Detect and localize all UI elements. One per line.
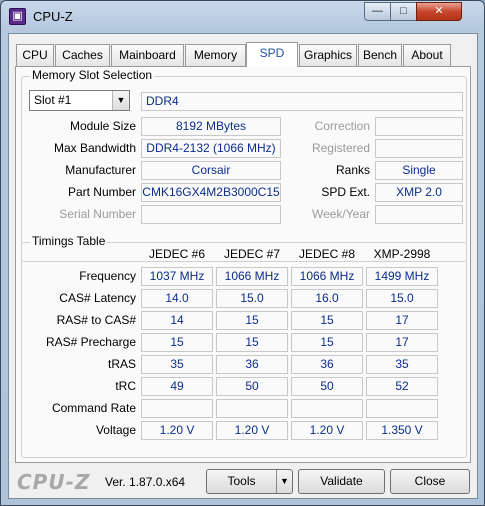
max-bandwidth-value: DDR4-2132 (1066 MHz) (141, 139, 281, 158)
tab-spd[interactable]: SPD (246, 42, 298, 67)
close-button[interactable]: Close (390, 469, 470, 494)
timing-cell: 1066 MHz (291, 267, 363, 286)
serial-number-label: Serial Number (59, 207, 136, 221)
timing-cell: 1.20 V (291, 421, 363, 440)
timing-cell: 15 (141, 333, 213, 352)
slot-select-value: Slot #1 (34, 93, 72, 107)
cpuz-logo: CPU-Z (17, 470, 91, 494)
maximize-icon: □ (400, 5, 407, 17)
timing-cell: 50 (216, 377, 288, 396)
timing-cell: 17 (366, 311, 438, 330)
close-icon: ✕ (434, 5, 444, 17)
timings-group-title: Timings Table (30, 234, 108, 248)
timing-cell: 36 (291, 355, 363, 374)
minimize-button[interactable]: — (364, 2, 391, 21)
correction-label: Correction (314, 119, 370, 133)
timing-row-label: tRAS (107, 357, 136, 371)
timing-cell: 15 (216, 311, 288, 330)
timing-cell: 14.0 (141, 289, 213, 308)
timing-row-label: CAS# Latency (59, 291, 136, 305)
tab-graphics[interactable]: Graphics (299, 44, 357, 66)
manufacturer-label: Manufacturer (65, 163, 136, 177)
part-number-value: CMK16GX4M2B3000C15 (141, 183, 281, 202)
tab-about[interactable]: About (403, 44, 451, 66)
timing-row-label: tRC (115, 379, 136, 393)
timing-cell: 15 (291, 311, 363, 330)
tab-caches[interactable]: Caches (55, 44, 110, 66)
timing-cell: 15.0 (216, 289, 288, 308)
module-size-label: Module Size (69, 119, 136, 133)
timing-cell: 49 (141, 377, 213, 396)
registered-label: Registered (311, 141, 370, 155)
timings-col-header: JEDEC #6 (148, 247, 206, 261)
timing-cell (216, 399, 288, 418)
serial-number-value (141, 205, 281, 224)
window-title: CPU-Z (33, 9, 73, 24)
timing-cell: 15 (216, 333, 288, 352)
part-number-label: Part Number (67, 185, 136, 199)
timing-cell: 1.20 V (216, 421, 288, 440)
tools-button[interactable]: Tools ▼ (206, 469, 293, 494)
timing-row-label: RAS# Precharge (45, 335, 136, 349)
timing-cell (141, 399, 213, 418)
client-area: CPU Caches Mainboard Memory SPD Graphics… (8, 33, 478, 499)
timing-cell: 1066 MHz (216, 267, 288, 286)
timing-cell: 1.350 V (366, 421, 438, 440)
timings-col-header: XMP-2998 (373, 247, 431, 261)
week-year-label: Week/Year (311, 207, 370, 221)
timing-cell: 1.20 V (141, 421, 213, 440)
tools-button-label: Tools (227, 474, 256, 488)
registered-value (375, 139, 463, 158)
memory-type-value: DDR4 (141, 92, 463, 111)
timing-cell: 16.0 (291, 289, 363, 308)
tab-memory[interactable]: Memory (185, 44, 246, 66)
timing-cell: 1499 MHz (366, 267, 438, 286)
timing-cell: 14 (141, 311, 213, 330)
ranks-value: Single (375, 161, 463, 180)
timing-cell: 50 (291, 377, 363, 396)
dropdown-arrow-icon[interactable]: ▼ (276, 470, 292, 493)
spd-ext-label: SPD Ext. (321, 185, 370, 199)
timing-cell: 52 (366, 377, 438, 396)
correction-value (375, 117, 463, 136)
module-size-value: 8192 MBytes (141, 117, 281, 136)
timings-col-header: JEDEC #8 (298, 247, 356, 261)
timing-cell (366, 399, 438, 418)
tab-cpu[interactable]: CPU (16, 44, 54, 66)
timing-cell (291, 399, 363, 418)
version-label: Ver. 1.87.0.x64 (105, 475, 186, 489)
tab-mainboard[interactable]: Mainboard (111, 44, 184, 66)
ranks-label: Ranks (335, 163, 370, 177)
spd-ext-value: XMP 2.0 (375, 183, 463, 202)
max-bandwidth-label: Max Bandwidth (53, 141, 136, 155)
validate-button[interactable]: Validate (298, 469, 385, 494)
chevron-down-icon[interactable]: ▼ (112, 91, 129, 110)
timing-row-label: Voltage (95, 423, 136, 437)
timing-cell: 17 (366, 333, 438, 352)
close-window-button[interactable]: ✕ (416, 2, 462, 21)
cpuz-window: ▣ CPU-Z — □ ✕ CPU Caches Mainboard Memor… (0, 0, 485, 506)
tab-bench[interactable]: Bench (358, 44, 402, 66)
title-bar[interactable]: ▣ CPU-Z — □ ✕ (1, 1, 484, 33)
timing-row-label: RAS# to CAS# (56, 313, 136, 327)
timing-cell: 35 (366, 355, 438, 374)
timing-cell: 15 (291, 333, 363, 352)
timings-col-header: JEDEC #7 (223, 247, 281, 261)
memory-slot-group-title: Memory Slot Selection (30, 68, 155, 82)
cpuz-app-icon: ▣ (9, 8, 26, 25)
manufacturer-value: Corsair (141, 161, 281, 180)
timing-cell: 36 (216, 355, 288, 374)
maximize-button[interactable]: □ (390, 2, 417, 21)
week-year-value (375, 205, 463, 224)
spd-panel: Memory Slot Selection Slot #1 ▼ DDR4 Mod… (15, 66, 471, 463)
timing-row-label: Command Rate (51, 401, 136, 415)
timing-cell: 35 (141, 355, 213, 374)
timing-cell: 15.0 (366, 289, 438, 308)
minimize-icon: — (372, 5, 383, 17)
timing-row-label: Frequency (79, 269, 136, 283)
timing-cell: 1037 MHz (141, 267, 213, 286)
slot-select[interactable]: Slot #1 ▼ (29, 90, 130, 111)
